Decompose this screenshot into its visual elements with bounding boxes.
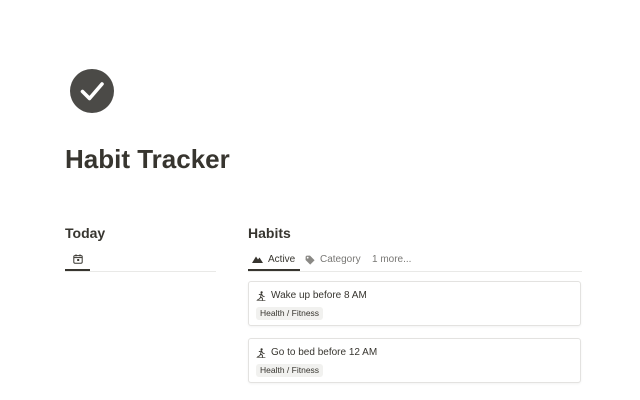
tag-icon (305, 255, 315, 265)
habits-heading[interactable]: Habits (248, 224, 291, 242)
calendar-icon (72, 254, 83, 264)
today-view-tabs (65, 249, 216, 272)
more-views-button[interactable]: 1 more... (372, 249, 411, 270)
tab-active-label: Active (268, 253, 296, 265)
category-tag: Health / Fitness (256, 307, 324, 320)
habit-card[interactable]: Go to bed before 12 AM Health / Fitness (248, 338, 581, 383)
tab-active[interactable]: Active (248, 249, 301, 271)
habit-card[interactable]: Wake up before 8 AM Health / Fitness (248, 281, 581, 326)
category-tag: Health / Fitness (256, 364, 324, 377)
habit-card-title-text: Go to bed before 12 AM (271, 347, 378, 358)
habit-card-title-text: Wake up before 8 AM (271, 290, 367, 301)
habit-card-title: Go to bed before 12 AM (256, 346, 377, 360)
tab-category[interactable]: Category (305, 249, 361, 270)
person-running-icon (256, 291, 266, 301)
tab-calendar-view[interactable] (65, 249, 90, 271)
person-running-icon (256, 348, 266, 358)
habit-card-title: Wake up before 8 AM (256, 289, 367, 303)
today-heading[interactable]: Today (65, 224, 105, 242)
mountain-icon (252, 255, 263, 263)
habits-view-tabs: Active Category 1 more... (248, 249, 582, 272)
check-circle-icon[interactable] (70, 69, 114, 113)
page: Habit Tracker Today Habits Active Catego… (0, 0, 640, 400)
page-title[interactable]: Habit Tracker (65, 141, 230, 177)
tab-category-label: Category (320, 254, 361, 265)
